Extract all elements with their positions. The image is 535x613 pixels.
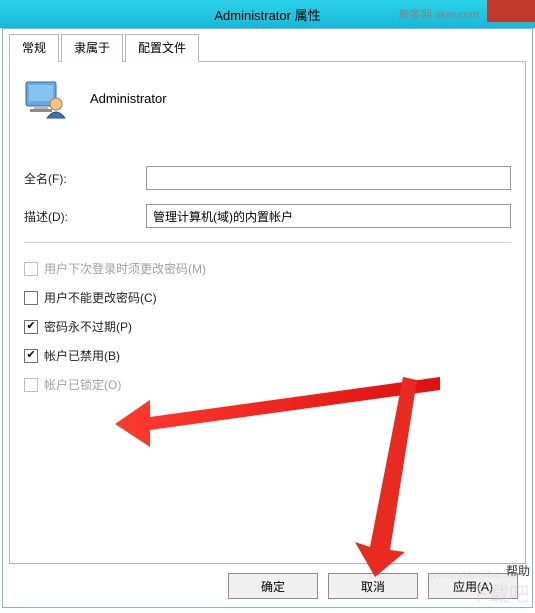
check-label: 密码永不过期(P) <box>44 318 132 335</box>
check-password-never-expires[interactable]: ✔ 密码永不过期(P) <box>24 318 511 335</box>
check-label: 帐户已锁定(O) <box>44 376 121 393</box>
tabstrip: 常规 隶属于 配置文件 <box>9 33 526 62</box>
row-fullname: 全名(F): <box>24 166 511 190</box>
input-description[interactable] <box>146 204 511 228</box>
check-label: 用户下次登录时须更改密码(M) <box>44 260 206 277</box>
check-must-change-password: 用户下次登录时须更改密码(M) <box>24 260 511 277</box>
checkbox-icon <box>24 378 38 392</box>
check-label: 帐户已禁用(B) <box>44 347 120 364</box>
label-description: 描述(D): <box>24 208 146 225</box>
watermark-bottom-right-url: www.xiazaiba.com <box>428 567 527 581</box>
check-account-locked: 帐户已锁定(O) <box>24 376 511 393</box>
check-label: 用户不能更改密码(C) <box>44 289 157 306</box>
check-account-disabled[interactable]: ✔ 帐户已禁用(B) <box>24 347 511 364</box>
check-cant-change-password[interactable]: 用户不能更改密码(C) <box>24 289 511 306</box>
user-icon <box>24 76 68 120</box>
separator <box>24 242 511 244</box>
user-header: Administrator <box>24 76 511 120</box>
annotation-arrow-2 <box>335 372 435 582</box>
ok-button[interactable]: 确定 <box>228 573 318 599</box>
tab-profile[interactable]: 配置文件 <box>125 34 199 62</box>
label-fullname: 全名(F): <box>24 170 146 187</box>
close-button[interactable] <box>487 0 535 22</box>
cancel-button[interactable]: 取消 <box>328 573 418 599</box>
checkbox-icon <box>24 262 38 276</box>
tab-general[interactable]: 常规 <box>9 34 59 62</box>
tab-panel-general: Administrator 全名(F): 描述(D): 用户下次登录时须更改密码… <box>9 62 526 564</box>
watermark-top: 新客网 xker.com <box>399 6 479 22</box>
checkbox-icon: ✔ <box>24 320 38 334</box>
row-description: 描述(D): <box>24 204 511 228</box>
input-fullname[interactable] <box>146 166 511 190</box>
checkbox-icon: ✔ <box>24 349 38 363</box>
watermark-bottom-right: 下载吧 <box>469 578 529 607</box>
checkbox-icon <box>24 291 38 305</box>
window-title: Administrator 属性 <box>214 5 320 24</box>
window-frame: 常规 隶属于 配置文件 Administrator 全名(F): 描 <box>2 28 533 608</box>
user-name-label: Administrator <box>90 91 167 106</box>
tab-memberof[interactable]: 隶属于 <box>61 34 123 62</box>
